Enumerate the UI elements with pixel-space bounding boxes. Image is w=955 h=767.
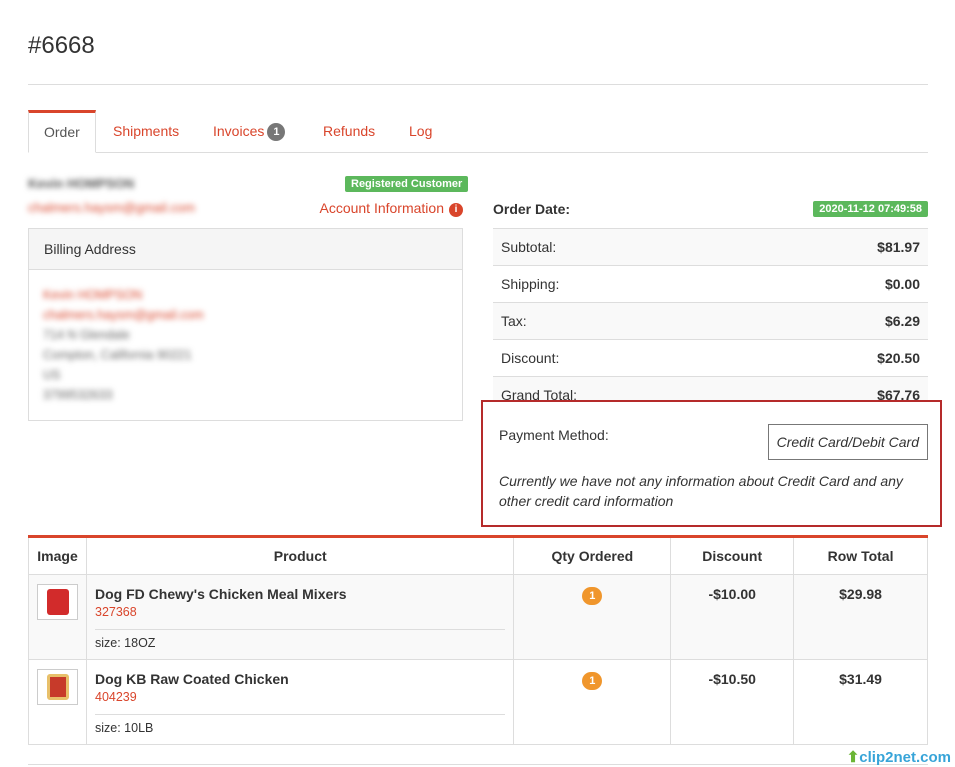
billing-address-panel: Billing Address Kevin HOMPSON chalmers.h… <box>28 228 463 421</box>
order-tabs: Order Shipments Invoices 1 Refunds Log <box>28 110 928 153</box>
product-bag-icon <box>46 674 69 700</box>
tab-shipments[interactable]: Shipments <box>113 110 179 153</box>
product-image[interactable] <box>37 669 78 705</box>
table-row: Dog FD Chewy's Chicken Meal Mixers 32736… <box>28 574 928 660</box>
billing-line: Compton, California 90221 <box>43 348 192 362</box>
billing-line: US <box>43 368 61 382</box>
payment-note: Currently we have not any information ab… <box>499 473 903 509</box>
row-discount: -$10.00 <box>670 574 795 660</box>
tab-invoices[interactable]: Invoices 1 <box>213 110 286 153</box>
col-discount: Discount <box>670 536 795 575</box>
billing-line: 3799532633 <box>43 388 113 402</box>
payment-method-label: Payment Method: <box>499 427 609 443</box>
product-name: Dog FD Chewy's Chicken Meal Mixers <box>95 586 347 602</box>
table-row: Dog KB Raw Coated Chicken 404239 size: 1… <box>28 659 928 745</box>
billing-line: Kevin HOMPSON <box>43 288 143 302</box>
row-discount: -$10.50 <box>670 659 795 745</box>
table-header-row: Image Product Qty Ordered Discount Row T… <box>28 536 928 575</box>
row-total: $29.98 <box>793 574 928 660</box>
product-sku-link[interactable]: 404239 <box>95 690 505 708</box>
customer-name: Kevin HOMPSON <box>28 176 135 191</box>
tab-order[interactable]: Order <box>28 110 96 153</box>
clip2net-watermark: ⬆clip2net.com <box>846 749 951 766</box>
product-bag-icon <box>46 589 69 615</box>
customer-email[interactable]: chalmers.haysm@gmail.com <box>28 200 195 215</box>
product-option: size: 10LB <box>95 714 506 744</box>
title-divider <box>28 84 928 85</box>
subtotal-row: Subtotal: $81.97 <box>493 228 928 265</box>
invoices-count-badge: 1 <box>267 123 286 142</box>
qty-badge: 1 <box>582 587 603 605</box>
product-name: Dog KB Raw Coated Chicken <box>95 671 289 687</box>
row-total: $31.49 <box>793 659 928 745</box>
billing-address-heading: Billing Address <box>29 229 462 270</box>
info-icon: i <box>449 203 463 217</box>
shipping-row: Shipping: $0.00 <box>493 265 928 302</box>
page-title: #6668 <box>28 32 95 59</box>
billing-line: 714 N Glendale <box>43 328 130 342</box>
billing-line: chalmers.haysm@gmail.com <box>43 308 204 322</box>
discount-row: Discount: $20.50 <box>493 339 928 376</box>
order-items-table: Image Product Qty Ordered Discount Row T… <box>28 535 928 745</box>
payment-method-value: Credit Card/Debit Card <box>767 424 928 460</box>
customer-type-badge: Registered Customer <box>345 176 469 192</box>
bottom-divider <box>28 764 928 765</box>
col-product: Product <box>85 536 515 575</box>
col-qty: Qty Ordered <box>513 536 672 575</box>
qty-badge: 1 <box>582 672 603 690</box>
product-sku-link[interactable]: 327368 <box>95 605 505 623</box>
col-image: Image <box>28 536 87 575</box>
order-totals: Subtotal: $81.97 Shipping: $0.00 Tax: $6.29… <box>493 228 928 413</box>
account-information-link[interactable]: Account Information i <box>319 200 463 217</box>
tab-refunds[interactable]: Refunds <box>323 110 375 153</box>
order-date-badge: 2020-11-12 07:49:58 <box>813 201 928 217</box>
tab-log[interactable]: Log <box>409 110 432 153</box>
product-option: size: 18OZ <box>95 629 506 659</box>
payment-method-panel: Payment Method: Credit Card/Debit Card C… <box>481 400 942 527</box>
upload-arrow-icon: ⬆ <box>846 749 860 766</box>
product-image[interactable] <box>37 584 78 620</box>
billing-address-body: Kevin HOMPSON chalmers.haysm@gmail.com 7… <box>29 270 462 420</box>
order-date-label: Order Date: <box>493 201 571 217</box>
tax-row: Tax: $6.29 <box>493 302 928 339</box>
col-row-total: Row Total <box>793 536 928 575</box>
